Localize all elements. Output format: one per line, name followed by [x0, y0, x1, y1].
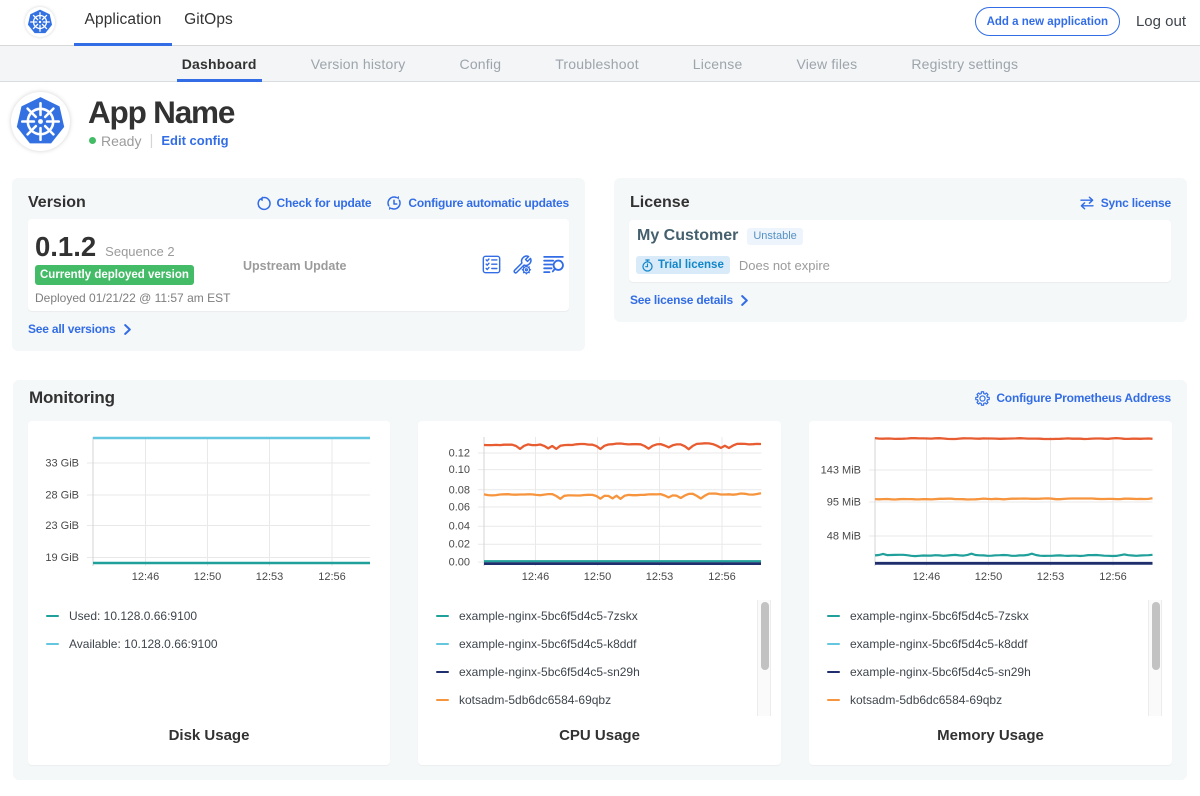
svg-text:12:46: 12:46 — [522, 571, 550, 583]
svg-text:0.12: 0.12 — [449, 448, 470, 460]
svg-text:12:53: 12:53 — [256, 571, 284, 583]
svg-text:0.00: 0.00 — [449, 557, 470, 569]
svg-text:12:46: 12:46 — [913, 571, 941, 583]
svg-text:48 MiB: 48 MiB — [827, 531, 861, 543]
svg-text:12:46: 12:46 — [132, 571, 160, 583]
svg-text:0.06: 0.06 — [449, 502, 470, 514]
svg-text:12:56: 12:56 — [1099, 571, 1127, 583]
svg-text:0.04: 0.04 — [449, 521, 470, 533]
svg-text:19 GiB: 19 GiB — [45, 552, 79, 564]
svg-text:12:50: 12:50 — [194, 571, 222, 583]
svg-text:12:50: 12:50 — [975, 571, 1003, 583]
svg-text:12:56: 12:56 — [708, 571, 736, 583]
svg-text:12:56: 12:56 — [318, 571, 346, 583]
svg-text:33 GiB: 33 GiB — [45, 458, 79, 470]
svg-text:23 GiB: 23 GiB — [45, 520, 79, 532]
svg-text:143 MiB: 143 MiB — [821, 465, 861, 477]
svg-text:28 GiB: 28 GiB — [45, 490, 79, 502]
svg-text:12:53: 12:53 — [1037, 571, 1065, 583]
svg-text:12:50: 12:50 — [584, 571, 612, 583]
svg-text:0.08: 0.08 — [449, 484, 470, 496]
svg-text:0.10: 0.10 — [449, 464, 470, 476]
svg-text:95 MiB: 95 MiB — [827, 497, 861, 509]
svg-text:0.02: 0.02 — [449, 539, 470, 551]
svg-text:12:53: 12:53 — [646, 571, 674, 583]
